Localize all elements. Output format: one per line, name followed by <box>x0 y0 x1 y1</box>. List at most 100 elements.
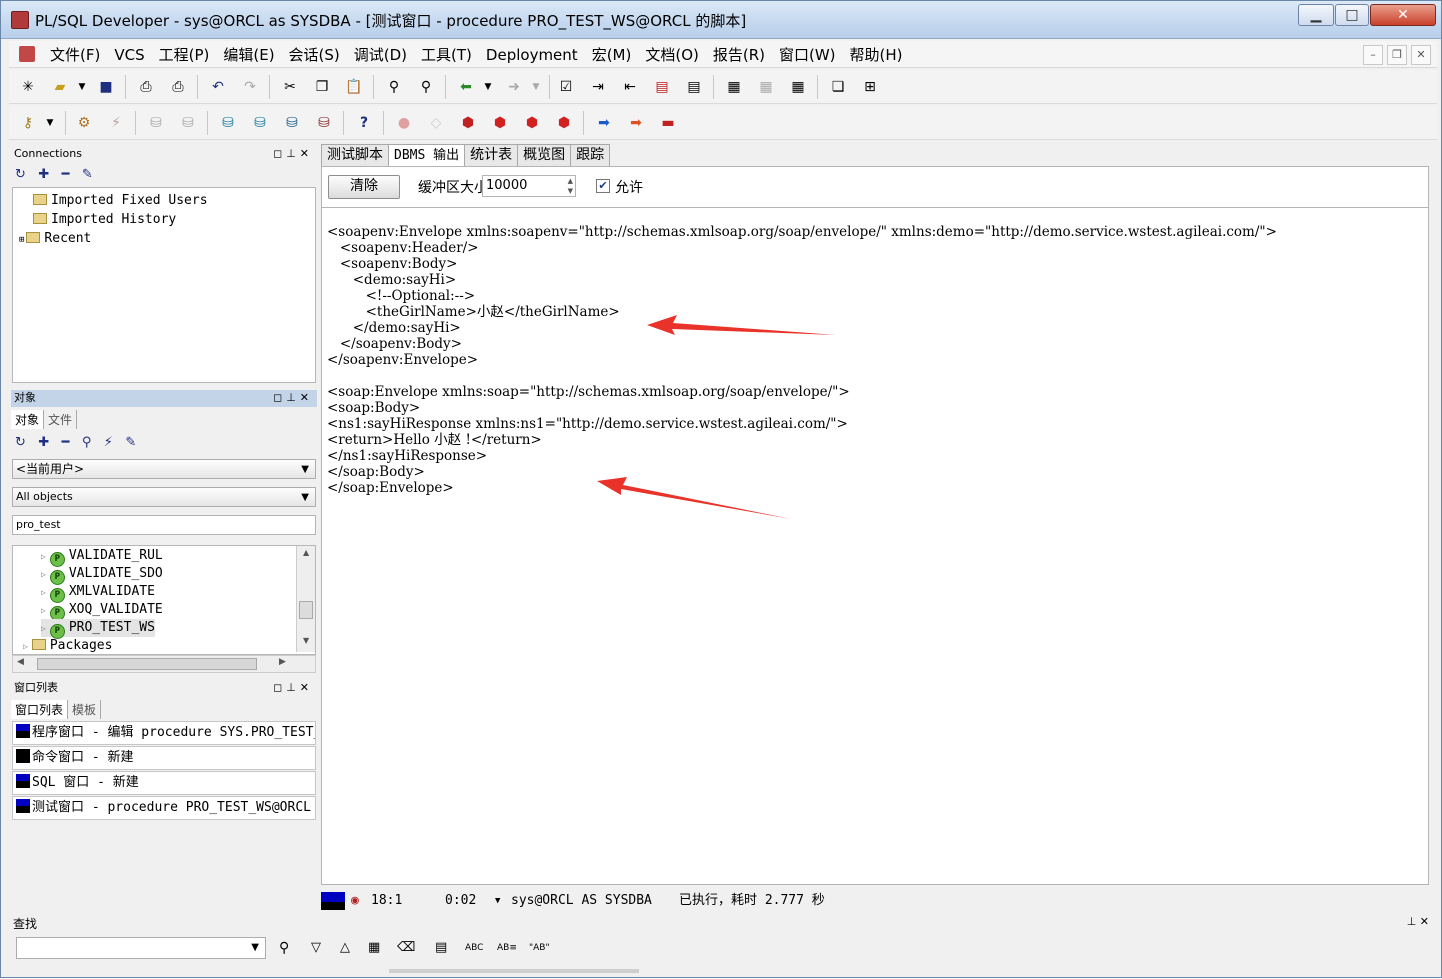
uncomment-icon[interactable]: ▤ <box>685 78 703 96</box>
import-icon[interactable]: ⬅ <box>457 78 475 96</box>
tree-item-packages[interactable]: ▷ Packages <box>23 637 112 654</box>
print-preview-icon[interactable]: ⎙ <box>169 78 187 96</box>
sql-database-icon[interactable]: ⛁ <box>251 114 269 132</box>
debug-run-icon[interactable]: ⬢ <box>459 114 477 132</box>
menu-help[interactable]: 帮助(H) <box>843 45 910 65</box>
sql-window-icon[interactable]: ▦ <box>725 78 743 96</box>
scroll-left-icon[interactable]: ◀ <box>17 657 24 667</box>
mdi-close-button[interactable]: ✕ <box>1411 45 1431 65</box>
menu-document[interactable]: 文档(O) <box>638 45 706 65</box>
panel-controls[interactable]: ◻⊥✕ <box>273 680 313 696</box>
tree-item-validate-rul[interactable]: ▷ P VALIDATE_RUL <box>41 547 163 567</box>
close-button[interactable]: ✕ <box>1370 4 1436 26</box>
key-icon[interactable]: ⚷ <box>19 114 37 132</box>
chevron-down-icon[interactable]: ▼ <box>495 891 500 911</box>
comment-icon[interactable]: ▤ <box>653 78 671 96</box>
scroll-thumb[interactable] <box>299 601 313 619</box>
cut-icon[interactable]: ✂ <box>281 78 299 96</box>
help-icon[interactable]: ? <box>355 114 373 132</box>
tab-windowlist[interactable]: 窗口列表 <box>11 700 69 719</box>
paste-icon[interactable]: 📋 <box>345 78 363 96</box>
command-window-icon[interactable]: ▦ <box>789 78 807 96</box>
refresh-icon[interactable]: ↻ <box>15 435 26 450</box>
menu-tools[interactable]: 工具(T) <box>414 45 479 65</box>
menu-vcs[interactable]: VCS <box>107 45 151 65</box>
test-window-icon[interactable]: ▦ <box>757 78 775 96</box>
objects-vertical-scrollbar[interactable]: ▲ ▼ <box>296 546 315 652</box>
arrow-right-blue-icon[interactable]: ➡ <box>595 114 613 132</box>
maximize-button[interactable]: □ <box>1335 4 1369 26</box>
clear-highlight-icon[interactable]: ⌫ <box>397 940 415 955</box>
tile-windows-icon[interactable]: ⊞ <box>861 78 879 96</box>
open-folder-icon[interactable]: ▰ <box>51 78 69 96</box>
chevron-down-icon[interactable]: ▼ <box>479 78 497 96</box>
whole-word-toggle[interactable]: AB≡ <box>497 943 517 953</box>
tree-item-imported-fixed-users[interactable]: Imported Fixed Users <box>33 192 208 210</box>
mdi-restore-button[interactable]: ❐ <box>1387 45 1407 65</box>
scroll-right-icon[interactable]: ▶ <box>279 657 286 667</box>
arrow-right-red-icon[interactable]: ➡ <box>627 114 645 132</box>
indent-icon[interactable]: ⇥ <box>589 78 607 96</box>
cascade-windows-icon[interactable]: ❏ <box>829 78 847 96</box>
panel-controls[interactable]: ◻⊥✕ <box>273 146 313 162</box>
connection-status[interactable]: sys@ORCL AS SYSDBA <box>511 891 652 911</box>
menu-report[interactable]: 报告(R) <box>706 45 772 65</box>
clear-button[interactable]: 清除 <box>328 175 400 199</box>
tab-trace[interactable]: 跟踪 <box>570 144 611 166</box>
properties-icon[interactable]: ✎ <box>125 435 136 450</box>
tree-item-recent[interactable]: ⊞ Recent <box>19 230 91 248</box>
menu-macro[interactable]: 宏(M) <box>585 45 639 65</box>
refresh-icon[interactable]: ↻ <box>15 167 26 182</box>
scroll-thumb[interactable] <box>37 658 257 670</box>
commit-icon[interactable]: ⛁ <box>147 114 165 132</box>
tree-item-xoq-validate[interactable]: ▷ P XOQ_VALIDATE <box>41 601 163 621</box>
step-over-icon[interactable]: ⬢ <box>523 114 541 132</box>
regex-toggle[interactable]: "AB" <box>529 943 550 953</box>
window-list-item[interactable]: 测试窗口 - procedure PRO_TEST_WS@ORCL <box>12 796 316 820</box>
menu-edit[interactable]: 编辑(E) <box>216 45 281 65</box>
dbms-output-text[interactable]: <soapenv:Envelope xmlns:soapenv="http://… <box>321 207 1429 885</box>
tab-overview[interactable]: 概览图 <box>517 144 572 166</box>
database-icon[interactable]: ⛁ <box>219 114 237 132</box>
selection-only-icon[interactable]: ▤ <box>435 940 447 955</box>
menu-debug[interactable]: 调试(D) <box>347 45 414 65</box>
add-icon[interactable]: ✚ <box>38 167 49 182</box>
tree-item-imported-history[interactable]: Imported History <box>33 211 176 229</box>
objects-horizontal-scrollbar[interactable]: ◀ ▶ <box>12 655 316 673</box>
enable-checkbox[interactable]: ✔ <box>596 179 610 193</box>
buffer-size-input[interactable]: 10000 ▲ ▼ <box>482 175 576 197</box>
chevron-down-icon[interactable]: ▼ <box>527 78 545 96</box>
step-out-icon[interactable]: ⬢ <box>555 114 573 132</box>
spinner-arrows-icon[interactable]: ▲ ▼ <box>568 176 573 196</box>
tab-statistics[interactable]: 统计表 <box>464 144 519 166</box>
stop-icon[interactable]: ▬ <box>659 114 677 132</box>
remove-icon[interactable]: ━ <box>62 167 70 182</box>
export-icon[interactable]: ➜ <box>505 78 523 96</box>
panel-controls[interactable]: ⊥ ✕ <box>1407 915 1429 928</box>
step-into-icon[interactable]: ⬢ <box>491 114 509 132</box>
panel-controls[interactable]: ◻⊥✕ <box>273 390 313 406</box>
match-case-toggle[interactable]: ABC <box>465 943 483 953</box>
database-connect-icon[interactable]: ⛁ <box>283 114 301 132</box>
eraser-icon[interactable]: ◇ <box>427 114 445 132</box>
find-next-icon[interactable]: ▽ <box>311 940 321 955</box>
scroll-down-icon[interactable]: ▼ <box>303 636 309 645</box>
expand-plus-icon[interactable]: ⊞ <box>19 235 24 245</box>
tree-item-xmlvalidate[interactable]: ▷ P XMLVALIDATE <box>41 583 155 603</box>
undo-icon[interactable]: ↶ <box>209 78 227 96</box>
new-icon[interactable]: ✳ <box>19 78 37 96</box>
find-binoculars-icon[interactable]: ⚲ <box>385 78 403 96</box>
find-horizontal-scrollbar[interactable] <box>389 969 639 973</box>
find-input[interactable]: ▼ <box>16 937 266 959</box>
tab-objects[interactable]: 对象 <box>11 410 45 429</box>
tab-dbms-output[interactable]: DBMS 输出 <box>388 144 466 167</box>
debug-start-icon[interactable]: ● <box>395 114 413 132</box>
find-binoculars-icon[interactable]: ⚲ <box>82 435 92 450</box>
unindent-icon[interactable]: ⇤ <box>621 78 639 96</box>
window-list-item[interactable]: SQL 窗口 - 新建 <box>12 771 316 795</box>
object-search-input[interactable]: pro_test <box>12 515 316 535</box>
mdi-minimize-button[interactable]: – <box>1363 45 1383 65</box>
minimize-button[interactable]: ▁ <box>1298 4 1334 26</box>
menu-project[interactable]: 工程(P) <box>152 45 217 65</box>
execute-gear-icon[interactable]: ⚙ <box>75 114 93 132</box>
